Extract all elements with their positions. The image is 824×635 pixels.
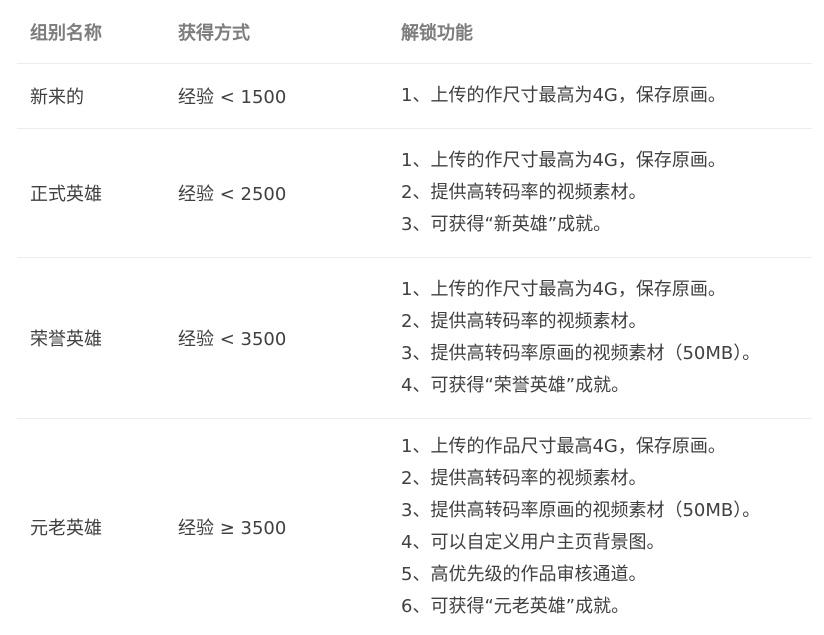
group-name-cell: 正式英雄 bbox=[17, 128, 165, 258]
feature-list: 1、上传的作尺寸最高为4G，保存原画。 2、提供高转码率的视频素材。 3、可获得… bbox=[401, 145, 812, 241]
table-row: 元老英雄 经验 ≥ 3500 1、上传的作品尺寸最高4G，保存原画。 2、提供高… bbox=[17, 419, 812, 635]
features-cell: 1、上传的作品尺寸最高4G，保存原画。 2、提供高转码率的视频素材。 3、提供高… bbox=[388, 419, 812, 635]
group-name-cell: 新来的 bbox=[17, 63, 165, 129]
feature-list: 1、上传的作品尺寸最高4G，保存原画。 2、提供高转码率的视频素材。 3、提供高… bbox=[401, 431, 812, 623]
feature-item: 5、高优先级的作品审核通道。 bbox=[401, 563, 647, 585]
feature-item: 2、提供高转码率的视频素材。 bbox=[401, 182, 647, 203]
feature-item: 1、上传的作尺寸最高为4G，保存原画。 bbox=[401, 85, 726, 106]
group-name-cell: 荣誉英雄 bbox=[17, 257, 165, 419]
table-row: 新来的 经验 < 1500 1、上传的作尺寸最高为4G，保存原画。 bbox=[17, 63, 812, 129]
feature-item: 1、上传的作尺寸最高为4G，保存原画。 bbox=[401, 150, 726, 171]
header-acquire-method: 获得方式 bbox=[165, 0, 388, 64]
feature-item: 6、可获得“元老英雄”成就。 bbox=[401, 595, 630, 617]
feature-item: 3、提供高转码率原画的视频素材（50MB）。 bbox=[401, 499, 761, 521]
feature-item: 3、提供高转码率原画的视频素材（50MB）。 bbox=[401, 343, 761, 364]
feature-item: 1、上传的作尺寸最高为4G，保存原画。 bbox=[401, 279, 726, 300]
feature-item: 1、上传的作品尺寸最高4G，保存原画。 bbox=[401, 435, 726, 457]
feature-item: 3、可获得“新英雄”成就。 bbox=[401, 214, 612, 235]
table-row: 荣誉英雄 经验 < 3500 1、上传的作尺寸最高为4G，保存原画。 2、提供高… bbox=[17, 257, 812, 419]
table-row: 正式英雄 经验 < 2500 1、上传的作尺寸最高为4G，保存原画。 2、提供高… bbox=[17, 128, 812, 258]
feature-list: 1、上传的作尺寸最高为4G，保存原画。 bbox=[401, 80, 812, 112]
acquire-method-cell: 经验 < 1500 bbox=[165, 63, 388, 129]
group-name-cell: 元老英雄 bbox=[30, 517, 102, 539]
acquire-method-cell: 经验 < 3500 bbox=[165, 257, 388, 419]
acquire-method-cell: 经验 < 2500 bbox=[165, 128, 388, 258]
feature-list: 1、上传的作尺寸最高为4G，保存原画。 2、提供高转码率的视频素材。 3、提供高… bbox=[401, 274, 812, 402]
table-header-row: 组别名称 获得方式 解锁功能 bbox=[17, 0, 812, 64]
feature-item: 4、可获得“荣誉英雄”成就。 bbox=[401, 375, 630, 396]
features-cell: 1、上传的作尺寸最高为4G，保存原画。 bbox=[388, 63, 812, 129]
header-group-name: 组别名称 bbox=[17, 0, 165, 64]
acquire-method-cell: 经验 ≥ 3500 bbox=[178, 517, 287, 539]
features-cell: 1、上传的作尺寸最高为4G，保存原画。 2、提供高转码率的视频素材。 3、可获得… bbox=[388, 128, 812, 258]
feature-item: 2、提供高转码率的视频素材。 bbox=[401, 311, 647, 332]
features-cell: 1、上传的作尺寸最高为4G，保存原画。 2、提供高转码率的视频素材。 3、提供高… bbox=[388, 257, 812, 419]
groups-table: 组别名称 获得方式 解锁功能 新来的 经验 < 1500 1、上传的作尺寸最高为… bbox=[17, 0, 812, 635]
feature-item: 4、可以自定义用户主页背景图。 bbox=[401, 531, 665, 553]
feature-item: 2、提供高转码率的视频素材。 bbox=[401, 467, 647, 489]
header-unlocked-features: 解锁功能 bbox=[388, 0, 812, 64]
groups-table-container: 组别名称 获得方式 解锁功能 新来的 经验 < 1500 1、上传的作尺寸最高为… bbox=[17, 0, 812, 635]
